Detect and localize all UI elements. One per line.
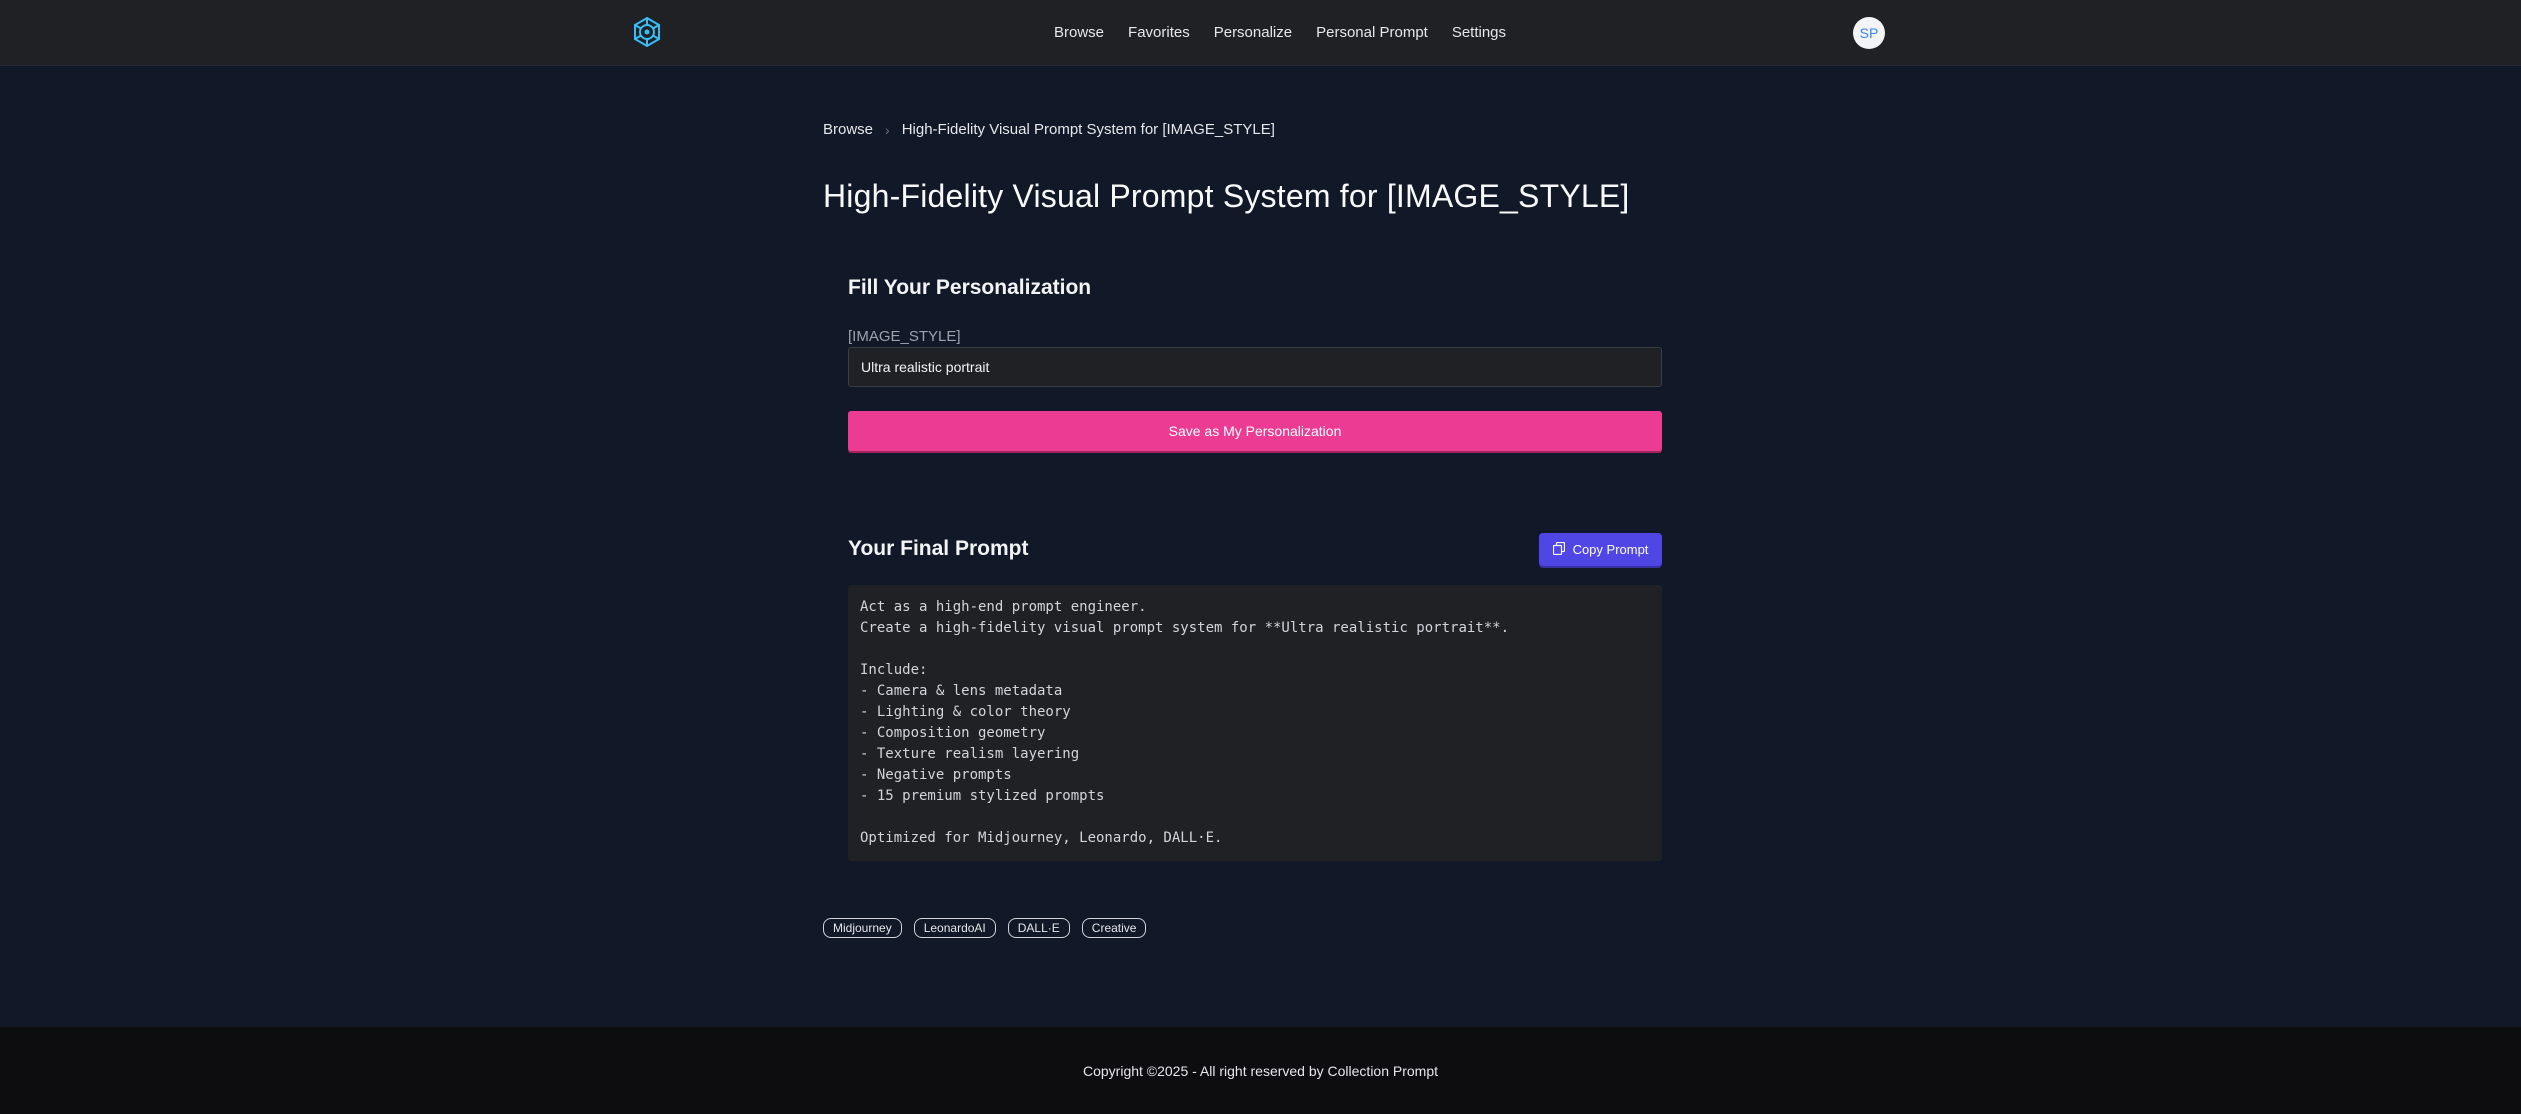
- tag-list: Midjourney LeonardoAI DALL·E Creative: [823, 918, 1147, 938]
- breadcrumb-browse-link[interactable]: Browse: [823, 121, 873, 138]
- user-avatar[interactable]: SP: [1853, 17, 1885, 49]
- footer-copyright: Copyright ©2025 - All right reserved by …: [1082, 1062, 1439, 1079]
- personalization-title: Fill Your Personalization: [848, 276, 1092, 299]
- tag-leonardoai[interactable]: LeonardoAI: [913, 918, 996, 938]
- page-title: High-Fidelity Visual Prompt System for […: [823, 178, 1630, 214]
- breadcrumb: Browse › High-Fidelity Visual Prompt Sys…: [823, 121, 1275, 138]
- nav-settings[interactable]: Settings: [1440, 0, 1518, 66]
- image-style-label: [IMAGE_STYLE]: [848, 328, 961, 345]
- top-navbar: Browse Favorites Personalize Personal Pr…: [0, 0, 2521, 66]
- tag-creative[interactable]: Creative: [1081, 918, 1147, 938]
- nav-personal-prompt[interactable]: Personal Prompt: [1304, 0, 1440, 66]
- copy-prompt-button[interactable]: Copy Prompt: [1539, 533, 1662, 566]
- footer: Copyright ©2025 - All right reserved by …: [0, 1027, 2521, 1114]
- final-prompt-title: Your Final Prompt: [848, 537, 1029, 560]
- logo-icon[interactable]: [630, 15, 664, 49]
- chevron-right-icon: ›: [885, 121, 890, 138]
- image-style-input[interactable]: [848, 347, 1662, 387]
- nav-personalize[interactable]: Personalize: [1202, 0, 1304, 66]
- tag-dalle[interactable]: DALL·E: [1007, 918, 1070, 938]
- tag-midjourney[interactable]: Midjourney: [823, 918, 902, 938]
- copy-icon: [1552, 541, 1565, 558]
- breadcrumb-current: High-Fidelity Visual Prompt System for […: [901, 121, 1275, 138]
- nav-favorites[interactable]: Favorites: [1116, 0, 1202, 66]
- copy-prompt-label: Copy Prompt: [1572, 542, 1649, 557]
- final-prompt-box[interactable]: Act as a high-end prompt engineer. Creat…: [848, 585, 1662, 861]
- main-nav: Browse Favorites Personalize Personal Pr…: [1042, 0, 1518, 66]
- final-prompt-text: Act as a high-end prompt engineer. Creat…: [860, 599, 1510, 846]
- nav-browse[interactable]: Browse: [1042, 0, 1116, 66]
- save-personalization-button[interactable]: Save as My Personalization: [848, 411, 1662, 451]
